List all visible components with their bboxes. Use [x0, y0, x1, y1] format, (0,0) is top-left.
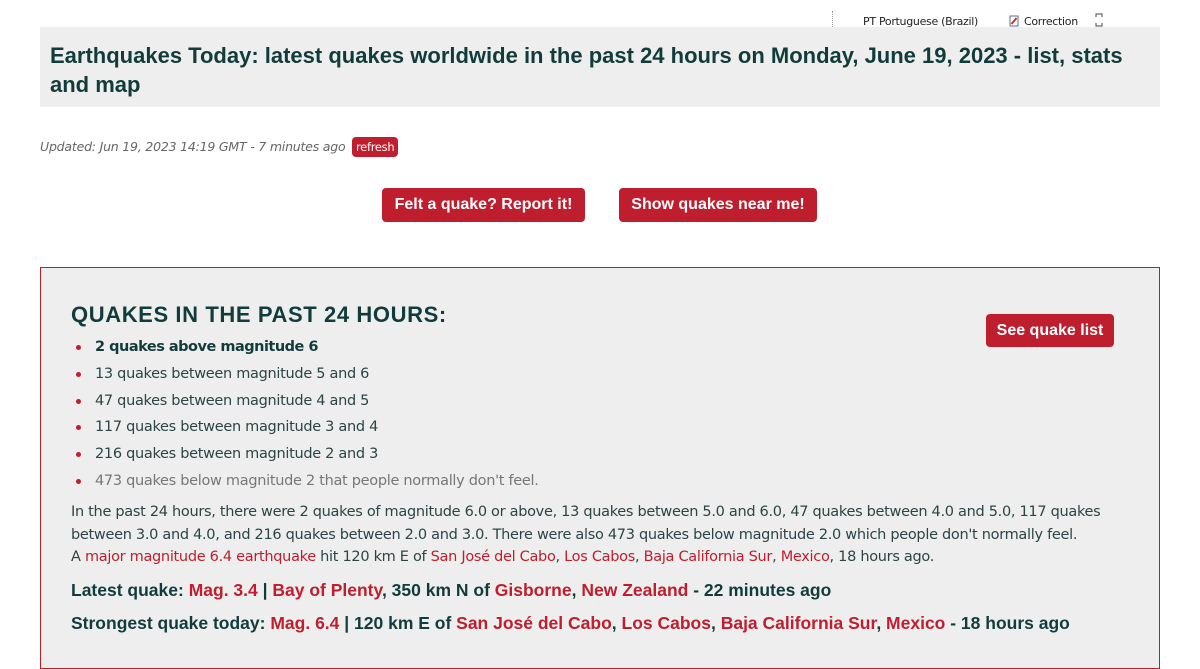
municipality-link[interactable]: Los Cabos: [564, 549, 635, 565]
list-item: 473 quakes below magnitude 2 that people…: [71, 471, 539, 498]
stats-panel: QUAKES IN THE PAST 24 HOURS: See quake l…: [40, 267, 1160, 669]
major-suffix: , 18 hours ago.: [829, 549, 935, 565]
strongest-state-link[interactable]: Baja California Sur: [721, 613, 877, 633]
stats-summary: In the past 24 hours, there were 2 quake…: [71, 501, 1111, 569]
strongest-mid: | 120 km E of: [339, 613, 457, 633]
latest-mid: , 350 km N of: [381, 580, 495, 600]
list-item: 216 quakes between magnitude 2 and 3: [71, 444, 539, 471]
latest-place-link[interactable]: Bay of Plenty: [272, 580, 382, 600]
strongest-municipality-link[interactable]: Los Cabos: [622, 613, 711, 633]
major-prefix: A: [71, 549, 85, 565]
list-item: 2 quakes above magnitude 6: [71, 337, 539, 364]
latest-label: Latest quake:: [71, 580, 189, 600]
summary-text: In the past 24 hours, there were 2 quake…: [71, 504, 1101, 543]
list-item: 117 quakes between magnitude 3 and 4: [71, 417, 539, 444]
strongest-suffix: - 18 hours ago: [945, 613, 1070, 633]
latest-country-link[interactable]: New Zealand: [581, 580, 688, 600]
separator: |: [257, 580, 273, 600]
latest-quake-line: Latest quake: Mag. 3.4 | Bay of Plenty, …: [71, 580, 831, 601]
separator: ,: [611, 613, 622, 633]
major-quake-link[interactable]: major magnitude 6.4 earthquake: [85, 549, 316, 565]
list-item: 47 quakes between magnitude 4 and 5: [71, 391, 539, 418]
state-link[interactable]: Baja California Sur: [644, 549, 773, 565]
list-item: 13 quakes between magnitude 5 and 6: [71, 364, 539, 391]
quakes-near-me-button[interactable]: Show quakes near me!: [619, 188, 817, 222]
expand-icon[interactable]: [1095, 13, 1103, 27]
page-title: Earthquakes Today: latest quakes worldwi…: [50, 43, 1123, 97]
strongest-city-link[interactable]: San José del Cabo: [456, 613, 612, 633]
separator: ,: [772, 549, 781, 565]
country-link[interactable]: Mexico: [781, 549, 830, 565]
report-quake-button[interactable]: Felt a quake? Report it!: [382, 188, 585, 222]
strongest-quake-line: Strongest quake today: Mag. 6.4 | 120 km…: [71, 613, 1070, 634]
city-link[interactable]: San José del Cabo: [431, 549, 556, 565]
refresh-button[interactable]: refresh: [352, 137, 399, 157]
major-mid: hit 120 km E of: [315, 549, 431, 565]
separator: ,: [571, 580, 582, 600]
separator: ,: [876, 613, 887, 633]
strongest-country-link[interactable]: Mexico: [886, 613, 945, 633]
latest-suffix: - 22 minutes ago: [688, 580, 832, 600]
separator: ,: [710, 613, 721, 633]
see-quake-list-button[interactable]: See quake list: [986, 314, 1114, 347]
separator: ,: [555, 549, 565, 565]
stats-heading: QUAKES IN THE PAST 24 HOURS:: [71, 302, 447, 327]
magnitude-stats-list: 2 quakes above magnitude 6 13 quakes bet…: [71, 337, 539, 498]
document-edit-icon: [1009, 15, 1019, 27]
strongest-label: Strongest quake today:: [71, 613, 271, 633]
latest-magnitude-link[interactable]: Mag. 3.4: [189, 580, 258, 600]
page-header: Earthquakes Today: latest quakes worldwi…: [40, 27, 1160, 107]
updated-timestamp: Updated: Jun 19, 2023 14:19 GMT - 7 minu…: [40, 139, 346, 154]
strongest-magnitude-link[interactable]: Mag. 6.4: [270, 613, 339, 633]
separator: ,: [634, 549, 644, 565]
latest-city-link[interactable]: Gisborne: [495, 580, 572, 600]
